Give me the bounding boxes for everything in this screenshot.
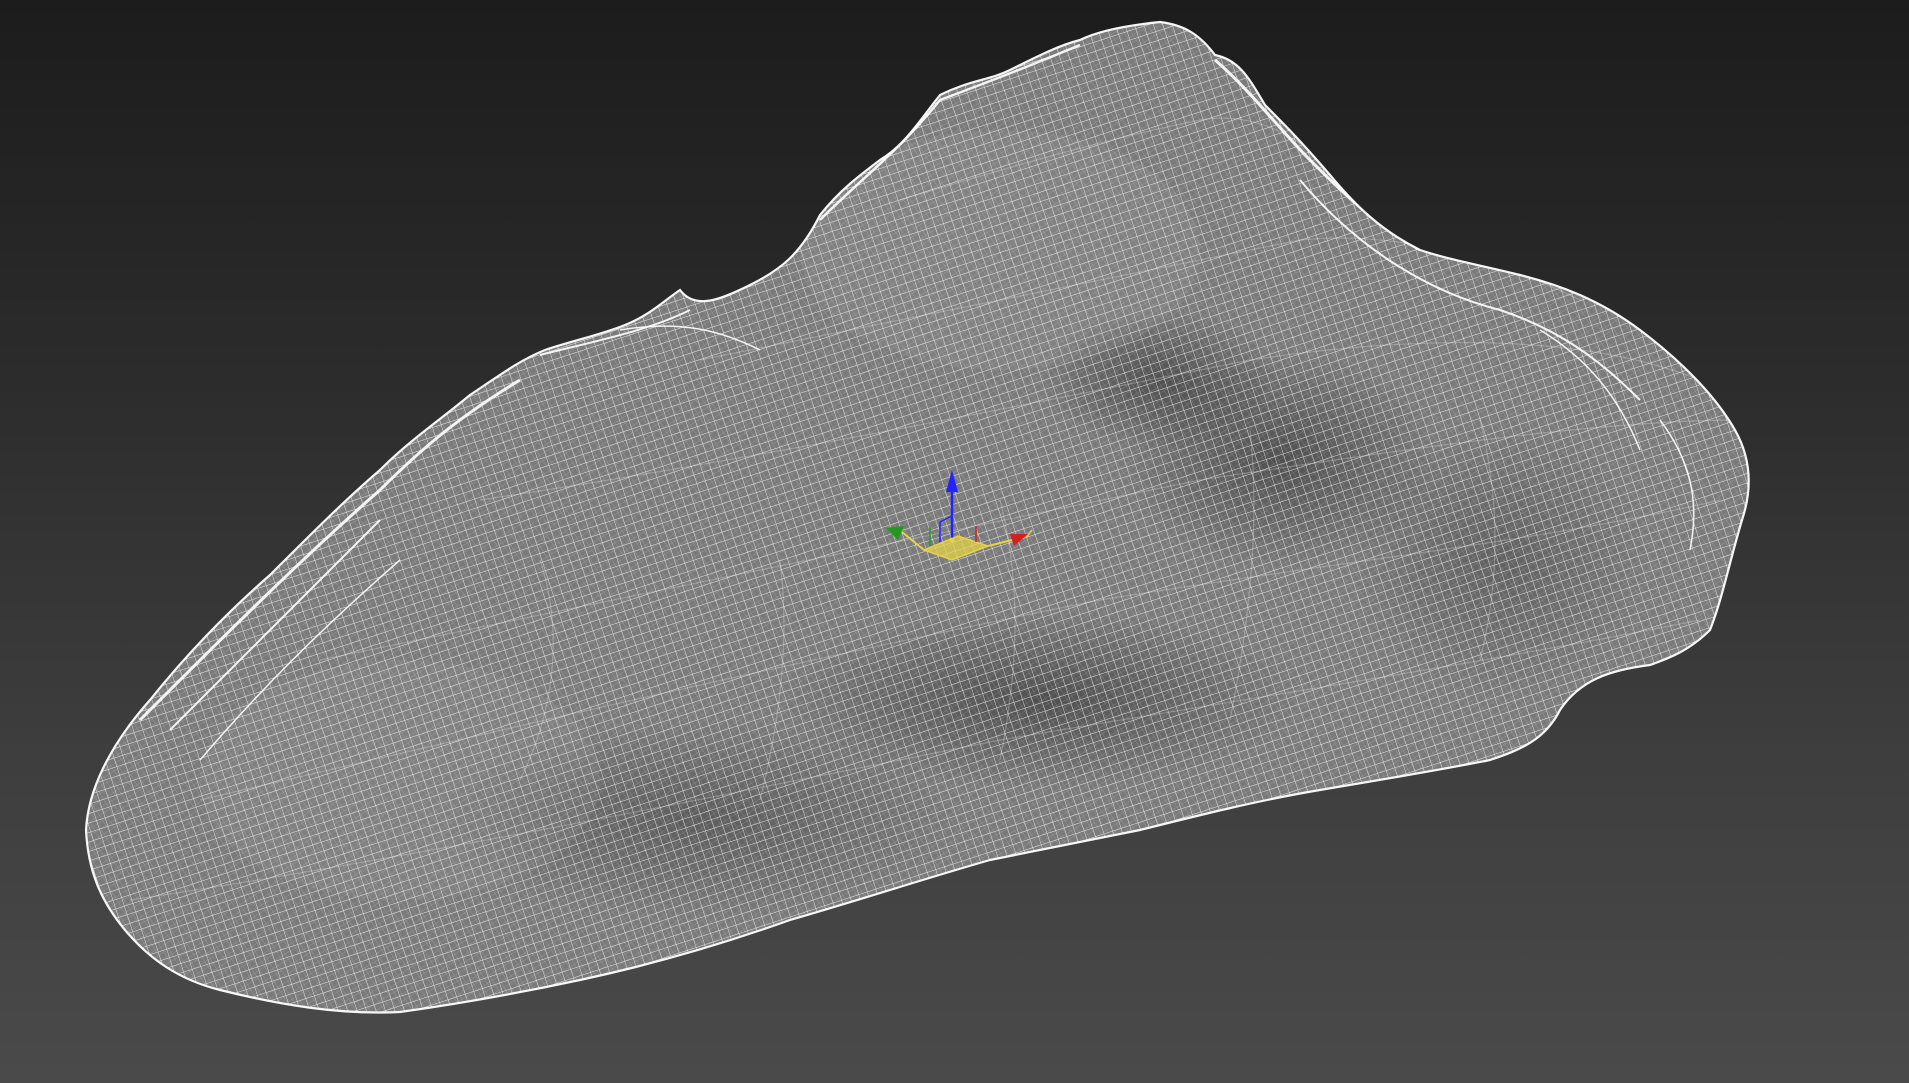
3d-viewport[interactable] [0, 0, 1909, 1083]
viewport-canvas[interactable] [0, 0, 1909, 1083]
pivot-point [949, 537, 955, 543]
